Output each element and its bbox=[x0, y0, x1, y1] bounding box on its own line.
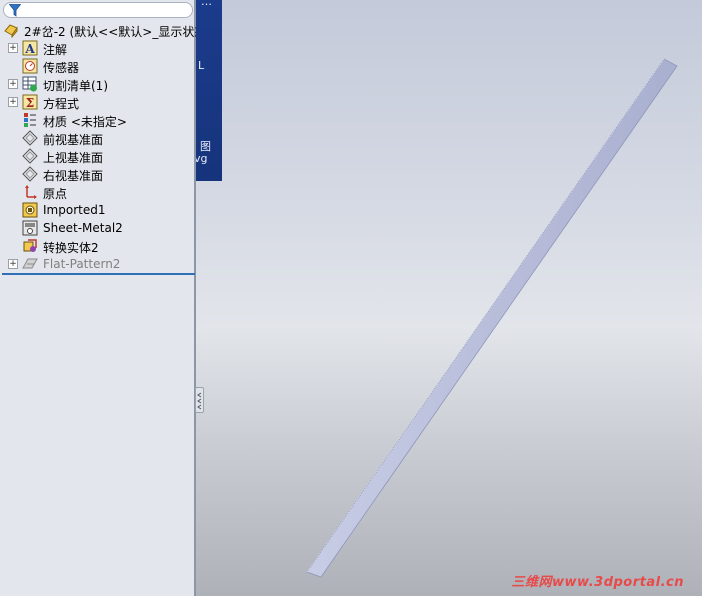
expand-plus-icon[interactable]: + bbox=[8, 43, 18, 53]
tree-item-right-plane[interactable]: 右视基准面 bbox=[0, 165, 196, 183]
convert-body-icon bbox=[23, 239, 37, 252]
tree-item-label: 上视基准面 bbox=[43, 151, 104, 165]
tree-item-label: 转换实体2 bbox=[43, 241, 99, 255]
tree-item-origin[interactable]: 原点 bbox=[0, 183, 196, 201]
tree-item-sensors[interactable]: 传感器 bbox=[0, 57, 196, 75]
tree-item-label: 注解 bbox=[43, 43, 68, 57]
flat-pattern-icon bbox=[22, 258, 38, 269]
tree-item-label: 右视基准面 bbox=[43, 169, 104, 183]
tree-item-sheet-metal2[interactable]: Sheet-Metal2 bbox=[0, 219, 196, 237]
sensor-icon bbox=[22, 58, 38, 74]
svg-text:Σ: Σ bbox=[26, 96, 34, 110]
origin-icon bbox=[25, 185, 37, 199]
annotation-icon: A bbox=[22, 40, 38, 56]
expand-plus-icon[interactable]: + bbox=[8, 259, 18, 269]
tree-item-label: 传感器 bbox=[43, 61, 80, 75]
bg-text-dots: … bbox=[201, 0, 212, 8]
tree-root-part[interactable]: 2#岔-2 (默认<<默认>_显示状态 bbox=[0, 21, 196, 39]
tree-end-divider bbox=[2, 273, 195, 275]
tree-item-top-plane[interactable]: 上视基准面 bbox=[0, 147, 196, 165]
equation-icon: Σ bbox=[22, 94, 38, 110]
expand-plus-icon[interactable]: + bbox=[8, 97, 18, 107]
feature-manager-panel: 2#岔-2 (默认<<默认>_显示状态 + A 注解 传感器 + 切割清单(1)… bbox=[0, 0, 196, 596]
filter-funnel-icon[interactable] bbox=[9, 4, 21, 17]
tree-item-label: Sheet-Metal2 bbox=[43, 221, 123, 235]
plane-icon bbox=[22, 130, 38, 146]
background-window-fragment: … L 图 vg bbox=[192, 0, 222, 181]
bg-text-l: L bbox=[198, 59, 205, 72]
tree-item-cut-list[interactable]: + 切割清单(1) bbox=[0, 75, 196, 93]
svg-text:A: A bbox=[24, 42, 35, 56]
imported-body-icon bbox=[22, 202, 38, 218]
plane-icon bbox=[22, 166, 38, 182]
tree-item-imported1[interactable]: Imported1 bbox=[0, 201, 196, 219]
material-icon bbox=[24, 113, 36, 127]
expand-plus-icon[interactable]: + bbox=[8, 79, 18, 89]
tree-item-material[interactable]: 材质 <未指定> bbox=[0, 111, 196, 129]
tree-item-flat-pattern2[interactable]: + Flat-Pattern2 bbox=[0, 255, 196, 273]
tree-item-convert-body2[interactable]: 转换实体2 bbox=[0, 237, 196, 255]
feature-tree: + A 注解 传感器 + 切割清单(1) + Σ 方程式 材质 <未指定> 前视… bbox=[0, 39, 196, 273]
tree-item-label: 材质 <未指定> bbox=[43, 115, 127, 129]
root-part-label: 2#岔-2 (默认<<默认>_显示状态 bbox=[24, 25, 196, 39]
chevron-left-icon bbox=[197, 392, 202, 410]
tree-item-equations[interactable]: + Σ 方程式 bbox=[0, 93, 196, 111]
bg-text-vg: vg bbox=[194, 152, 208, 165]
site-watermark: 三维网www.3dportal.cn bbox=[511, 575, 684, 590]
tree-item-front-plane[interactable]: 前视基准面 bbox=[0, 129, 196, 147]
tree-item-label: 切割清单(1) bbox=[43, 79, 108, 93]
tree-item-label: 原点 bbox=[43, 187, 68, 201]
tree-item-annotations[interactable]: + A 注解 bbox=[0, 39, 196, 57]
strip-face bbox=[306, 58, 678, 578]
panel-collapse-handle[interactable] bbox=[195, 387, 204, 413]
tree-item-label: 方程式 bbox=[43, 97, 80, 111]
tree-item-label: 前视基准面 bbox=[43, 133, 104, 147]
feature-filter-input[interactable] bbox=[3, 2, 193, 18]
cut-list-icon bbox=[22, 76, 37, 92]
tree-item-label: Imported1 bbox=[43, 203, 106, 217]
sheet-metal-icon bbox=[22, 220, 38, 236]
tree-item-label: Flat-Pattern2 bbox=[43, 257, 121, 271]
plane-icon bbox=[22, 148, 38, 164]
part-icon bbox=[4, 24, 18, 38]
